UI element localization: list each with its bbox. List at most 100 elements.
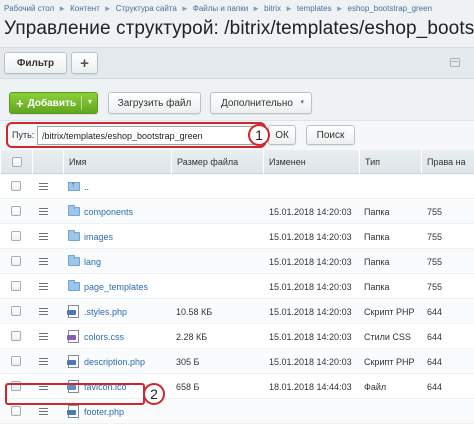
row-menu-icon[interactable]	[39, 333, 48, 340]
css-file-icon	[67, 330, 79, 343]
plus-icon: +	[16, 95, 24, 111]
file-name[interactable]: images	[84, 224, 113, 249]
file-name[interactable]: components	[84, 199, 133, 224]
file-size: 658 Б	[176, 381, 200, 392]
button-divider	[81, 96, 82, 110]
row-checkbox[interactable]	[11, 181, 21, 191]
row-menu-icon[interactable]	[39, 408, 48, 415]
file-modified: 15.01.2018 14:20:03	[269, 331, 352, 342]
search-button[interactable]: Поиск	[306, 125, 355, 145]
breadcrumb-item[interactable]: Контент	[70, 4, 100, 13]
row-menu-icon[interactable]	[39, 208, 48, 215]
row-menu-icon[interactable]	[39, 183, 48, 190]
file-name[interactable]: lang	[84, 249, 101, 274]
select-all-column	[0, 150, 32, 174]
row-menu-icon[interactable]	[39, 358, 48, 365]
file-rights: 755	[427, 281, 443, 292]
add-button[interactable]: + Добавить ▾	[9, 92, 98, 114]
chevron-down-icon: ▾	[300, 99, 304, 106]
file-type: Стили CSS	[364, 331, 411, 342]
file-modified: 18.01.2018 14:44:03	[269, 381, 352, 392]
php-file-icon	[67, 355, 79, 368]
column-type[interactable]: Тип	[359, 150, 421, 174]
folder-icon	[68, 230, 80, 241]
file-type: Папка	[364, 231, 390, 242]
file-type: Папка	[364, 281, 390, 292]
select-all-checkbox[interactable]	[12, 157, 22, 167]
table-header: Имя Размер файла Изменен Тип Права на	[0, 150, 474, 174]
filter-button[interactable]: Фильтр	[4, 52, 67, 74]
breadcrumb-separator: ►	[103, 3, 112, 13]
breadcrumb-item[interactable]: Структура сайта	[116, 4, 177, 13]
row-checkbox[interactable]	[11, 306, 21, 316]
chevron-down-icon[interactable]: ▾	[88, 97, 92, 106]
table-row[interactable]: ..	[0, 174, 474, 199]
file-rights: 644	[427, 356, 443, 367]
file-type: Папка	[364, 256, 390, 267]
row-menu-icon[interactable]	[39, 308, 48, 315]
file-type: Файл	[364, 381, 387, 392]
file-name[interactable]: description.php	[84, 349, 145, 374]
breadcrumb-item[interactable]: templates	[297, 4, 332, 13]
breadcrumb-separator: ►	[284, 3, 293, 13]
file-modified: 15.01.2018 14:20:03	[269, 231, 352, 242]
column-name[interactable]: Имя	[63, 150, 171, 174]
filter-bar: Фильтр +	[0, 47, 474, 79]
column-modified[interactable]: Изменен	[263, 150, 359, 174]
breadcrumb-separator: ►	[180, 3, 189, 13]
file-rights: 755	[427, 206, 443, 217]
breadcrumb-separator: ►	[252, 3, 261, 13]
upload-file-button[interactable]: Загрузить файл	[108, 92, 201, 114]
table-row[interactable]: lang 15.01.2018 14:20:03 Папка 755	[0, 249, 474, 274]
breadcrumb: Рабочий стол ► Контент ► Структура сайта…	[0, 0, 474, 16]
table-row[interactable]: page_templates 15.01.2018 14:20:03 Папка 75…	[0, 274, 474, 299]
file-rights: 755	[427, 256, 443, 267]
file-name[interactable]: colors.css	[84, 324, 124, 349]
breadcrumb-item[interactable]: Файлы и папки	[193, 4, 248, 13]
more-actions-label: Дополнительно	[221, 97, 293, 109]
file-size: 2.28 КБ	[176, 331, 208, 342]
php-file-icon	[67, 305, 79, 318]
table-row[interactable]: components 15.01.2018 14:20:03 Папка 755	[0, 199, 474, 224]
file-type: Папка	[364, 206, 390, 217]
row-checkbox[interactable]	[11, 231, 21, 241]
breadcrumb-item[interactable]: bitrix	[264, 4, 281, 13]
more-actions-button[interactable]: Дополнительно ▾	[210, 92, 312, 114]
file-rights: 644	[427, 331, 443, 342]
settings-icon[interactable]	[450, 58, 460, 67]
row-checkbox[interactable]	[11, 281, 21, 291]
breadcrumb-item[interactable]: eshop_bootstrap_green	[348, 4, 433, 13]
add-button-label: Добавить	[27, 97, 77, 109]
row-checkbox[interactable]	[11, 256, 21, 266]
file-name[interactable]: ..	[84, 174, 89, 199]
ok-button[interactable]: ОК	[268, 125, 296, 145]
folder-icon	[68, 255, 80, 266]
add-filter-button[interactable]: +	[71, 52, 98, 74]
table-row[interactable]: description.php 305 Б 15.01.2018 14:20:03 С…	[0, 349, 474, 374]
breadcrumb-item[interactable]: Рабочий стол	[4, 4, 54, 13]
row-highlight-annotation	[5, 383, 145, 405]
file-modified: 15.01.2018 14:20:03	[269, 281, 352, 292]
column-size[interactable]: Размер файла	[171, 150, 263, 174]
actions-column	[32, 150, 63, 174]
toolbar: + Добавить ▾ Загрузить файл Дополнительн…	[0, 88, 474, 118]
file-type-badge	[67, 410, 76, 415]
table-row[interactable]: .styles.php 10.58 КБ 15.01.2018 14:20:03 Ск…	[0, 299, 474, 324]
file-name[interactable]: .styles.php	[84, 299, 127, 324]
file-type-badge	[67, 335, 76, 340]
row-checkbox[interactable]	[11, 331, 21, 341]
file-modified: 15.01.2018 14:20:03	[269, 356, 352, 367]
file-name[interactable]: page_templates	[84, 274, 148, 299]
row-menu-icon[interactable]	[39, 233, 48, 240]
row-checkbox[interactable]	[11, 356, 21, 366]
row-checkbox[interactable]	[11, 406, 21, 416]
file-type-badge	[67, 360, 76, 365]
table-row[interactable]: colors.css 2.28 КБ 15.01.2018 14:20:03 Стил…	[0, 324, 474, 349]
file-modified: 15.01.2018 14:20:03	[269, 306, 352, 317]
table-row[interactable]: images 15.01.2018 14:20:03 Папка 755	[0, 224, 474, 249]
column-rights[interactable]: Права на	[421, 150, 474, 174]
row-checkbox[interactable]	[11, 206, 21, 216]
callout-marker: 1	[248, 124, 270, 146]
row-menu-icon[interactable]	[39, 283, 48, 290]
row-menu-icon[interactable]	[39, 258, 48, 265]
